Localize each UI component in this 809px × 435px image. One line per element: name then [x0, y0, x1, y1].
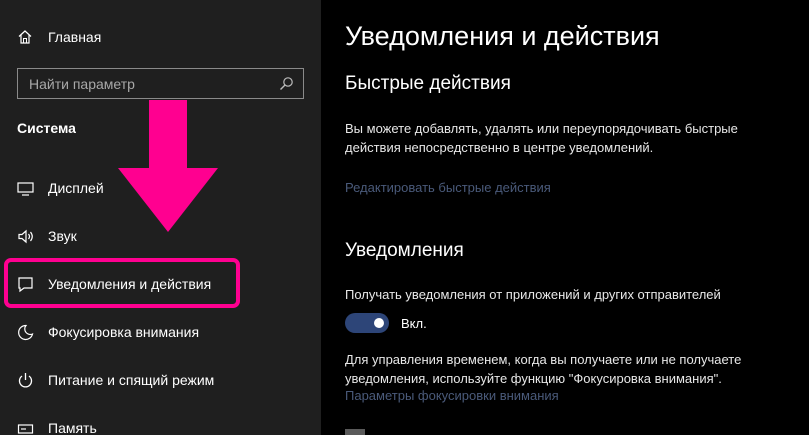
focus-assist-note: Для управления временем, когда вы получа… [345, 352, 742, 386]
sidebar-item-label: Фокусировка внимания [48, 324, 200, 340]
sidebar-item-power[interactable]: Питание и спящий режим [0, 360, 321, 400]
notifications-toggle[interactable] [345, 313, 389, 333]
sidebar-item-label: Звук [48, 228, 77, 244]
quick-actions-heading: Быстрые действия [345, 73, 511, 94]
power-icon [18, 373, 33, 388]
sidebar: Главная Найти параметр Система Дисплей З… [0, 0, 321, 435]
toggle-knob [374, 318, 384, 328]
sidebar-item-storage[interactable]: Память [0, 408, 321, 435]
storage-icon [17, 424, 34, 434]
edit-quick-actions-link[interactable]: Редактировать быстрые действия [345, 180, 551, 195]
home-label: Главная [48, 29, 102, 45]
settings-search[interactable]: Найти параметр [17, 68, 304, 99]
arrow-down-icon [118, 100, 218, 232]
sidebar-item-label: Память [48, 420, 97, 435]
focus-assist-settings-link[interactable]: Параметры фокусировки внимания [345, 388, 559, 403]
notifications-toggle-caption: Получать уведомления от приложений и дру… [345, 287, 721, 302]
section-title: Система [17, 120, 76, 136]
search-icon [280, 77, 293, 90]
display-icon [17, 182, 34, 196]
speaker-icon [18, 229, 33, 244]
sidebar-item-focus-assist[interactable]: Фокусировка внимания [0, 312, 321, 352]
search-input[interactable]: Найти параметр [29, 76, 135, 92]
sidebar-item-label: Дисплей [48, 180, 104, 196]
checkbox[interactable] [345, 429, 365, 435]
notifications-heading: Уведомления [345, 240, 464, 261]
toggle-state-label: Вкл. [401, 316, 427, 331]
main-panel: Уведомления и действия Быстрые действия … [321, 0, 809, 435]
highlight-frame [4, 258, 240, 308]
nav-home[interactable]: Главная [0, 22, 321, 52]
page-title: Уведомления и действия [345, 21, 660, 51]
sidebar-item-label: Питание и спящий режим [48, 372, 215, 388]
quick-actions-description: Вы можете добавлять, удалять или переупо… [345, 121, 738, 155]
moon-icon [18, 324, 34, 341]
home-icon [18, 30, 32, 44]
